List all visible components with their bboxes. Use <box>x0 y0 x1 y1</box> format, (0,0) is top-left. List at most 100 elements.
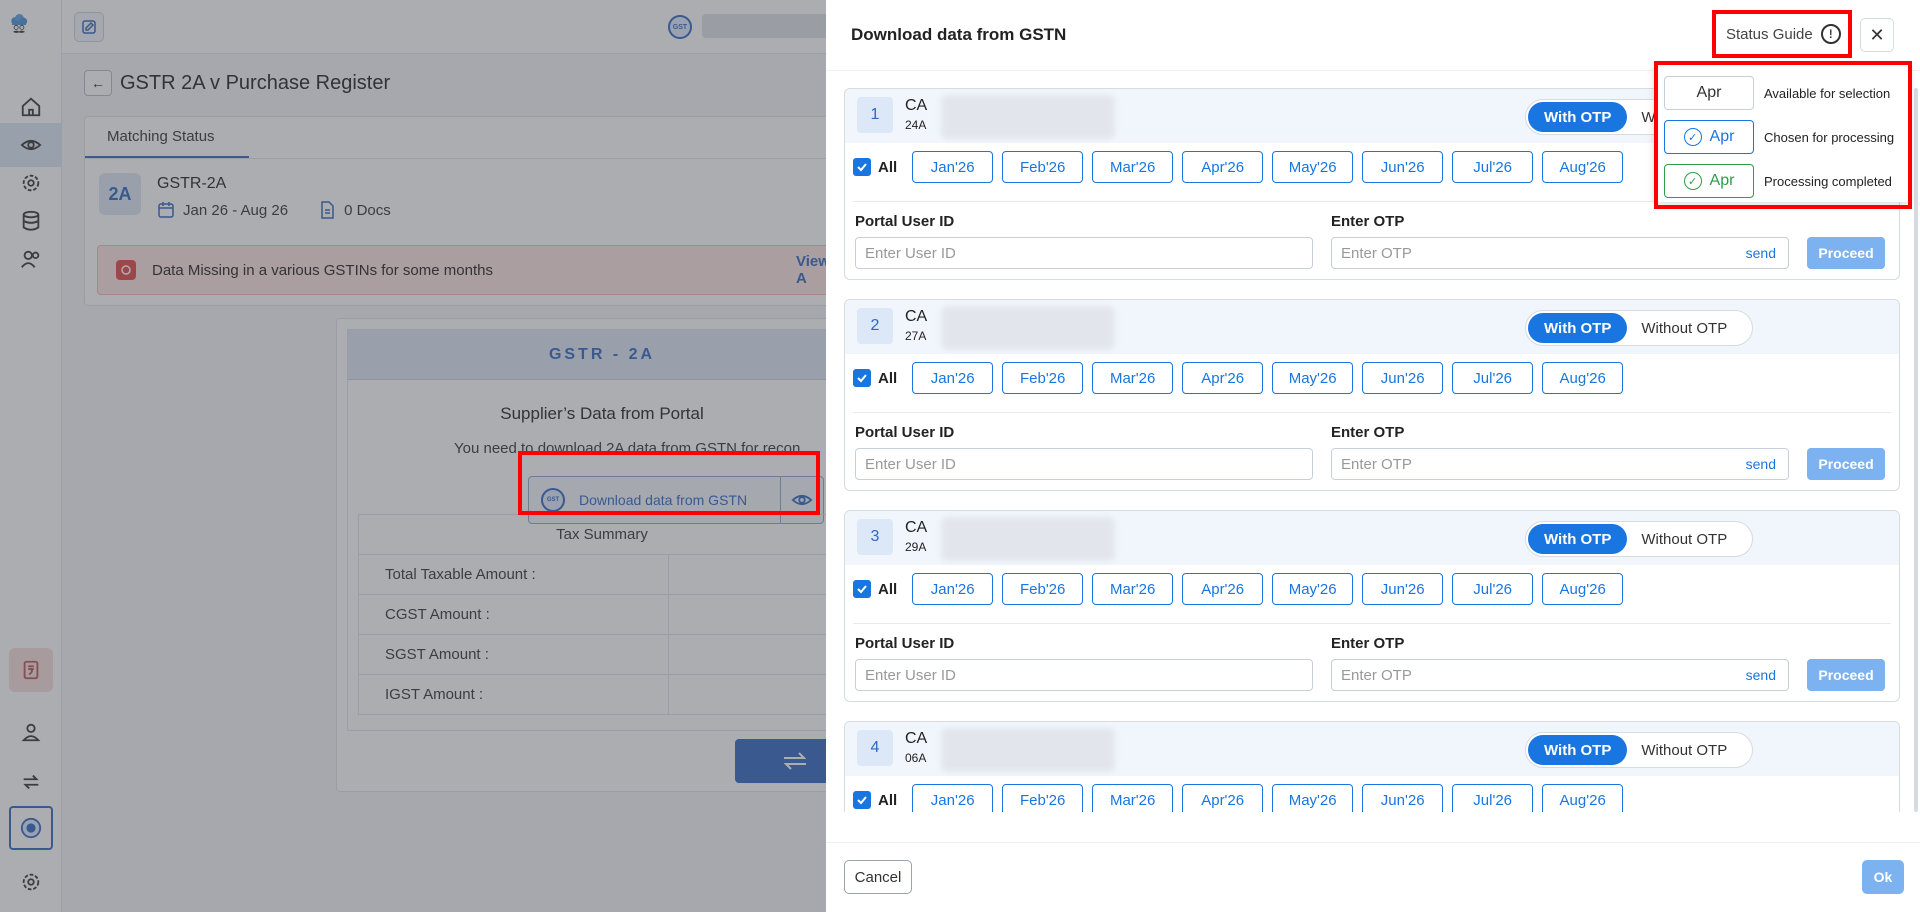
select-all-checkbox[interactable]: All <box>853 158 897 176</box>
month-chip[interactable]: Apr'26 <box>1182 362 1264 394</box>
send-otp-link[interactable]: send <box>1746 245 1776 261</box>
ok-button[interactable]: Ok <box>1862 860 1904 894</box>
without-otp-option[interactable]: Without OTP <box>1627 320 1741 337</box>
proceed-button[interactable]: Proceed <box>1807 448 1885 480</box>
month-chip[interactable]: Aug'26 <box>1542 784 1624 812</box>
checkmark-icon <box>853 580 871 598</box>
month-chip[interactable]: Jun'26 <box>1362 151 1444 183</box>
month-chip[interactable]: May'26 <box>1272 784 1354 812</box>
month-chip[interactable]: Jun'26 <box>1362 784 1444 812</box>
select-all-checkbox[interactable]: All <box>853 791 897 809</box>
send-otp-link[interactable]: send <box>1746 667 1776 683</box>
portal-user-input[interactable]: Enter User ID <box>855 659 1313 691</box>
month-chip[interactable]: Aug'26 <box>1542 573 1624 605</box>
proceed-button[interactable]: Proceed <box>1807 659 1885 691</box>
with-otp-option[interactable]: With OTP <box>1528 313 1628 343</box>
with-otp-option[interactable]: With OTP <box>1528 524 1628 554</box>
month-chip[interactable]: Aug'26 <box>1542 151 1624 183</box>
highlight-status-guide <box>1712 10 1852 58</box>
gstin-code: 06A <box>905 751 927 765</box>
highlight-download-button <box>518 451 820 515</box>
month-chip[interactable]: Apr'26 <box>1182 784 1264 812</box>
month-chip[interactable]: May'26 <box>1272 362 1354 394</box>
otp-placeholder: Enter OTP <box>1341 666 1412 684</box>
checkmark-icon <box>853 158 871 176</box>
month-selector: All Jan'26 Feb'26 Mar'26 Apr'26 May'26 J… <box>853 573 1624 605</box>
otp-input[interactable]: Enter OTP send <box>1331 659 1789 691</box>
month-chip[interactable]: Mar'26 <box>1092 573 1174 605</box>
month-chip[interactable]: Jan'26 <box>912 362 994 394</box>
portal-user-label: Portal User ID <box>855 635 955 652</box>
gstin-card: 2 CA 27A With OTP Without OTP All Jan'26… <box>844 299 1900 491</box>
month-chip[interactable]: Aug'26 <box>1542 362 1624 394</box>
month-chip[interactable]: Jul'26 <box>1452 784 1534 812</box>
month-chip[interactable]: Jul'26 <box>1452 362 1534 394</box>
otp-toggle[interactable]: With OTP Without OTP <box>1525 732 1753 768</box>
month-chip[interactable]: May'26 <box>1272 573 1354 605</box>
portal-user-input[interactable]: Enter User ID <box>855 448 1313 480</box>
card-divider <box>853 412 1891 413</box>
month-chip[interactable]: Mar'26 <box>1092 784 1174 812</box>
month-selector: All Jan'26 Feb'26 Mar'26 Apr'26 May'26 J… <box>853 151 1624 183</box>
gstin-card-header: 4 CA 06A With OTP Without OTP <box>845 722 1899 776</box>
month-chip[interactable]: Mar'26 <box>1092 362 1174 394</box>
otp-input[interactable]: Enter OTP send <box>1331 237 1789 269</box>
gstin-code: 29A <box>905 540 927 554</box>
cancel-button[interactable]: Cancel <box>844 860 912 894</box>
month-chip[interactable]: Feb'26 <box>1002 784 1084 812</box>
all-label: All <box>878 369 898 387</box>
redacted-gstin <box>941 95 1115 139</box>
otp-label: Enter OTP <box>1331 213 1405 230</box>
gstin-card-header: 3 CA 29A With OTP Without OTP <box>845 511 1899 565</box>
without-otp-option[interactable]: Without OTP <box>1627 531 1741 548</box>
all-label: All <box>878 580 898 598</box>
month-chip[interactable]: Jul'26 <box>1452 151 1534 183</box>
modal-scrollbar[interactable] <box>1914 88 1918 812</box>
gstin-index: 2 <box>857 308 893 344</box>
month-chip[interactable]: Jan'26 <box>912 784 994 812</box>
send-otp-link[interactable]: send <box>1746 456 1776 472</box>
select-all-checkbox[interactable]: All <box>853 580 897 598</box>
portal-user-label: Portal User ID <box>855 424 955 441</box>
month-chip[interactable]: Jun'26 <box>1362 362 1444 394</box>
month-chip[interactable]: Jul'26 <box>1452 573 1534 605</box>
gstin-name: CA <box>905 308 928 325</box>
modal-title: Download data from GSTN <box>851 25 1067 44</box>
gstin-name: CA <box>905 519 928 536</box>
gstin-name: CA <box>905 97 928 114</box>
gstin-card: 3 CA 29A With OTP Without OTP All Jan'26… <box>844 510 1900 702</box>
all-label: All <box>878 158 898 176</box>
checkmark-icon <box>853 369 871 387</box>
without-otp-option[interactable]: Without OTP <box>1627 742 1741 759</box>
gstin-index: 4 <box>857 730 893 766</box>
redacted-gstin <box>941 728 1115 772</box>
gstin-index: 3 <box>857 519 893 555</box>
month-chip[interactable]: Feb'26 <box>1002 573 1084 605</box>
month-chip[interactable]: Jan'26 <box>912 573 994 605</box>
month-selector: All Jan'26 Feb'26 Mar'26 Apr'26 May'26 J… <box>853 362 1624 394</box>
month-chip[interactable]: Apr'26 <box>1182 151 1264 183</box>
otp-toggle[interactable]: With OTP Without OTP <box>1525 521 1753 557</box>
portal-user-input[interactable]: Enter User ID <box>855 237 1313 269</box>
month-chip[interactable]: May'26 <box>1272 151 1354 183</box>
checkmark-icon <box>853 791 871 809</box>
otp-toggle[interactable]: With OTP Without OTP <box>1525 310 1753 346</box>
close-button[interactable]: ✕ <box>1860 18 1894 52</box>
otp-placeholder: Enter OTP <box>1341 455 1412 473</box>
month-chip[interactable]: Feb'26 <box>1002 362 1084 394</box>
month-chip[interactable]: Jun'26 <box>1362 573 1444 605</box>
otp-input[interactable]: Enter OTP send <box>1331 448 1789 480</box>
otp-label: Enter OTP <box>1331 635 1405 652</box>
month-chip[interactable]: Mar'26 <box>1092 151 1174 183</box>
month-chip[interactable]: Apr'26 <box>1182 573 1264 605</box>
gstin-index: 1 <box>857 97 893 133</box>
proceed-button[interactable]: Proceed <box>1807 237 1885 269</box>
select-all-checkbox[interactable]: All <box>853 369 897 387</box>
close-icon: ✕ <box>1869 24 1885 45</box>
month-chip[interactable]: Feb'26 <box>1002 151 1084 183</box>
with-otp-option[interactable]: With OTP <box>1528 735 1628 765</box>
month-chip[interactable]: Jan'26 <box>912 151 994 183</box>
month-selector: All Jan'26 Feb'26 Mar'26 Apr'26 May'26 J… <box>853 784 1624 812</box>
with-otp-option[interactable]: With OTP <box>1528 102 1628 132</box>
gstin-code: 27A <box>905 329 927 343</box>
